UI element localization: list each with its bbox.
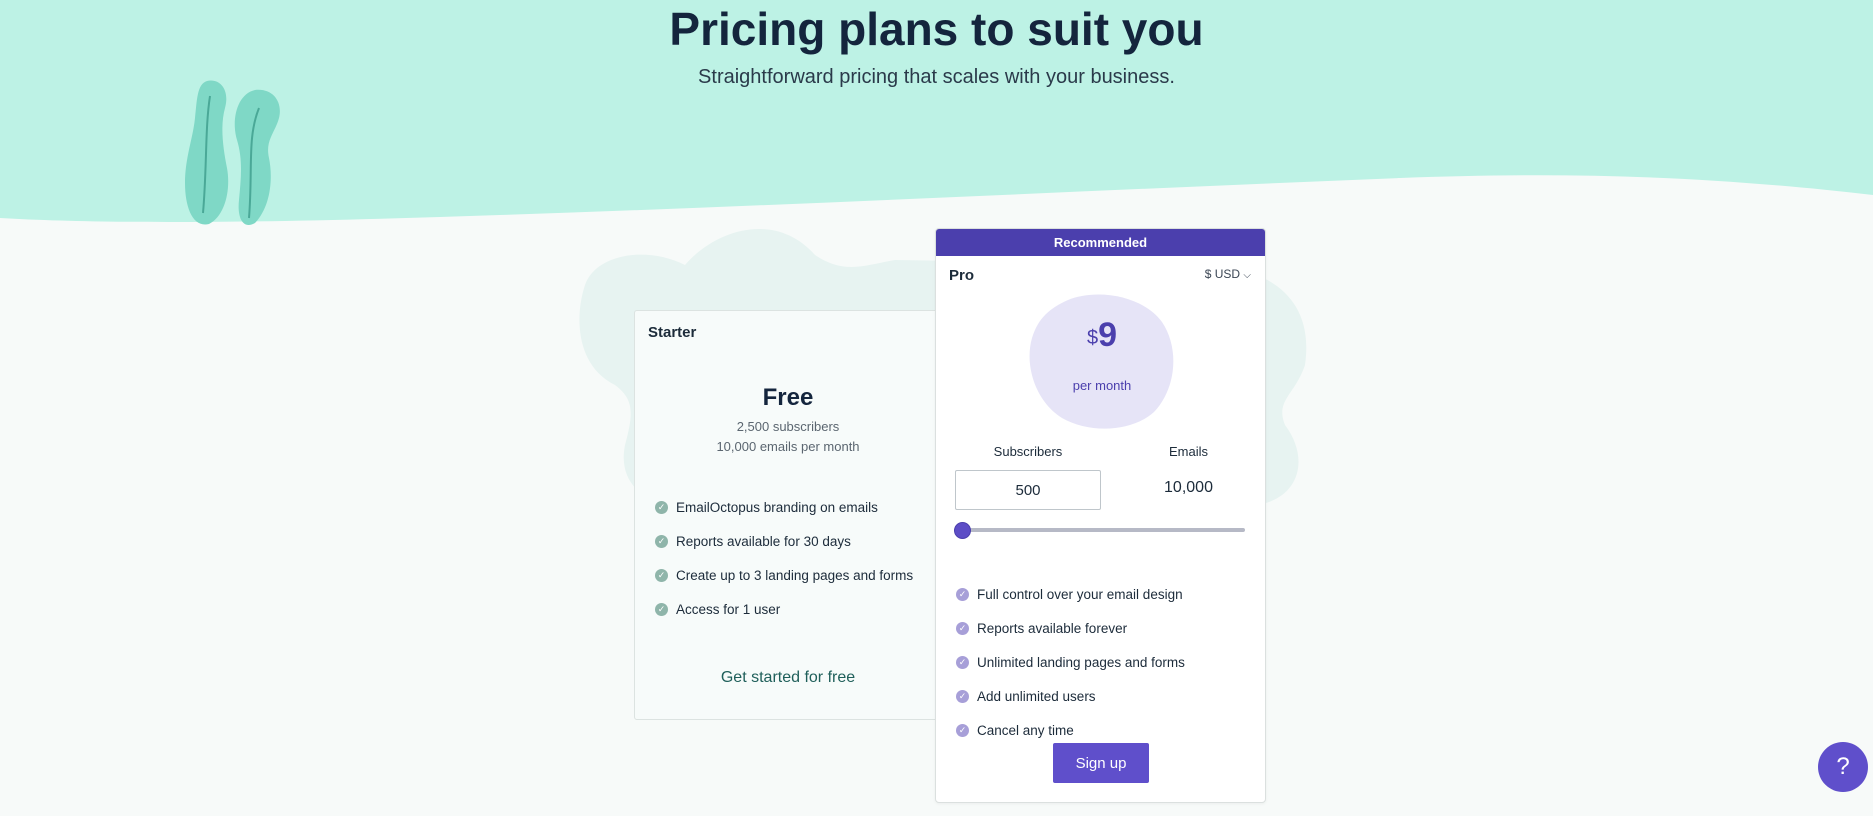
pro-price-period: per month	[1072, 378, 1132, 393]
pro-plan-card: Recommended Pro $ USD ⌵ $9 per month Sub…	[935, 228, 1266, 803]
feature-item: ✓ Unlimited landing pages and forms	[956, 645, 1185, 679]
recommended-badge: Recommended	[936, 229, 1265, 256]
feature-item: ✓ Create up to 3 landing pages and forms	[655, 558, 913, 592]
subscribers-input[interactable]	[955, 470, 1101, 510]
check-icon: ✓	[655, 534, 668, 548]
starter-plan-name: Starter	[648, 324, 697, 341]
feature-item: ✓ Reports available for 30 days	[655, 524, 913, 558]
check-icon: ✓	[956, 689, 969, 703]
starter-emails: 10,000 emails per month	[716, 439, 860, 454]
emails-value: 10,000	[1164, 479, 1213, 496]
check-icon: ✓	[655, 602, 668, 616]
check-icon: ✓	[956, 621, 969, 635]
feature-item: ✓ Access for 1 user	[655, 592, 913, 626]
help-button[interactable]: ?	[1818, 742, 1868, 792]
price-blob-shape	[1029, 294, 1174, 429]
starter-feature-list: ✓ EmailOctopus branding on emails ✓ Report…	[655, 490, 913, 626]
help-icon: ?	[1836, 753, 1850, 780]
subscribers-label: Subscribers	[993, 444, 1063, 459]
sign-up-button[interactable]: Sign up	[1053, 743, 1149, 783]
pro-feature-list: ✓ Full control over your email design ✓ Re…	[956, 577, 1185, 747]
pro-price: $9	[1086, 316, 1118, 354]
page-title: Pricing plans to suit you	[669, 3, 1204, 55]
check-icon: ✓	[655, 568, 668, 582]
plant-illustration	[185, 80, 280, 226]
feature-item: ✓ Full control over your email design	[956, 577, 1185, 611]
check-icon: ✓	[655, 500, 668, 514]
pro-plan-name: Pro	[949, 267, 975, 284]
chevron-down-icon: ⌵	[1243, 270, 1251, 281]
feature-item: ✓ EmailOctopus branding on emails	[655, 490, 913, 524]
check-icon: ✓	[956, 655, 969, 669]
starter-subscribers: 2,500 subscribers	[736, 419, 840, 434]
check-icon: ✓	[956, 587, 969, 601]
subscribers-slider-thumb[interactable]	[954, 522, 971, 539]
emails-label: Emails	[1168, 444, 1208, 459]
starter-plan-card: Starter Free 2,500 subscribers 10,000 em…	[634, 310, 940, 720]
page-subtitle: Straightforward pricing that scales with…	[698, 66, 1175, 88]
check-icon: ✓	[956, 723, 969, 737]
feature-item: ✓ Reports available forever	[956, 611, 1185, 645]
subscribers-slider-track[interactable]	[955, 528, 1245, 532]
feature-item: ✓ Cancel any time	[956, 713, 1185, 747]
price-badge: $9 per month	[1028, 294, 1176, 430]
starter-price: Free	[762, 384, 814, 411]
get-started-free-link[interactable]: Get started for free	[635, 669, 941, 687]
feature-item: ✓ Add unlimited users	[956, 679, 1185, 713]
currency-selector[interactable]: $ USD ⌵	[1205, 267, 1251, 281]
